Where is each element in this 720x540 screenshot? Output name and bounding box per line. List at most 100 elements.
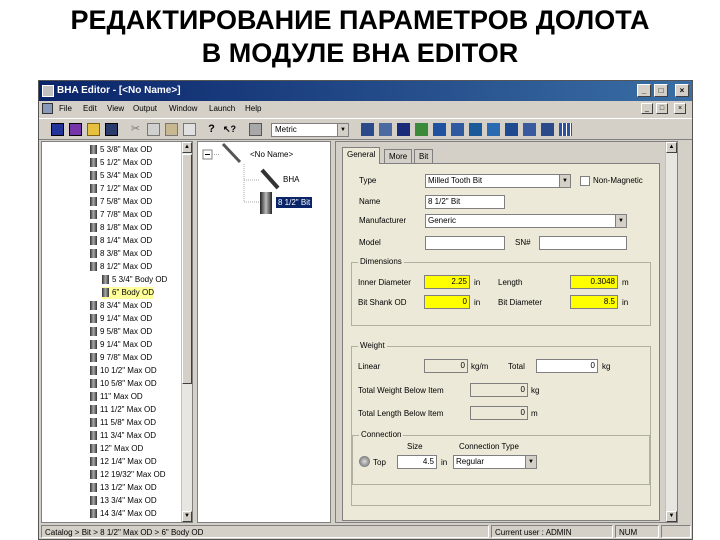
catalog-item[interactable]: 7 7/8" Max OD <box>90 209 152 221</box>
connection-type-select[interactable]: Regular ▼ <box>453 455 537 469</box>
catalog-item[interactable]: 8 1/4" Max OD <box>90 235 152 247</box>
catalog-item[interactable]: 7 5/8" Max OD <box>90 196 152 208</box>
catalog-item[interactable]: 5 1/2" Max OD <box>90 157 152 169</box>
catalog-item[interactable]: 8 3/8" Max OD <box>90 248 152 260</box>
non-magnetic-checkbox[interactable] <box>580 176 590 186</box>
inner-diameter-input[interactable]: 2.25 <box>424 275 470 289</box>
paste-icon[interactable] <box>165 123 178 136</box>
catalog-item[interactable]: 8 3/4" Max OD <box>90 300 152 312</box>
length-input[interactable]: 0.3048 <box>570 275 618 289</box>
menu-help[interactable]: Help <box>245 104 261 113</box>
library-icon[interactable] <box>505 123 518 136</box>
tab-general[interactable]: General <box>342 147 381 164</box>
scroll-down-icon[interactable]: ▼ <box>666 511 677 522</box>
top-size-input[interactable]: 4.5 <box>397 455 437 469</box>
tab-more[interactable]: More <box>384 149 413 163</box>
size-grip[interactable] <box>661 525 691 538</box>
catalog-item[interactable]: 7 1/2" Max OD <box>90 183 152 195</box>
catalog-item[interactable]: 8 1/8" Max OD <box>90 222 152 234</box>
sn-input[interactable] <box>539 236 627 250</box>
catalog-item[interactable]: 12 1/4" Max OD <box>90 456 157 468</box>
save-icon[interactable] <box>105 123 118 136</box>
catalog-item[interactable]: 5 3/4" Body OD <box>102 274 167 286</box>
catalog-item[interactable]: 13 1/2" Max OD <box>90 482 157 494</box>
drill-string-icon[interactable] <box>379 123 392 136</box>
minimize-button[interactable]: _ <box>637 84 651 97</box>
menu-view[interactable]: View <box>107 104 124 113</box>
catalog-item[interactable]: 11" Max OD <box>90 391 143 403</box>
scroll-up-icon[interactable]: ▲ <box>666 142 677 153</box>
chevron-down-icon[interactable]: ▼ <box>559 175 570 187</box>
menu-window[interactable]: Window <box>169 104 197 113</box>
catalog-item[interactable]: 11 3/4" Max OD <box>90 430 156 442</box>
new-catalog-icon[interactable] <box>69 123 82 136</box>
catalog-item[interactable]: 9 5/8" Max OD <box>90 326 152 338</box>
child-restore-button[interactable]: □ <box>656 103 668 114</box>
menu-output[interactable]: Output <box>133 104 157 113</box>
tree-bit-label[interactable]: 8 1/2" Bit <box>276 197 313 208</box>
export-icon[interactable] <box>469 123 482 136</box>
catalog-item[interactable]: 10 1/2" Max OD <box>90 365 157 377</box>
window-icon[interactable] <box>541 123 554 136</box>
child-close-button[interactable]: × <box>674 103 686 114</box>
catalog-item[interactable]: 13 3/4" Max OD <box>90 495 157 507</box>
chevron-down-icon[interactable]: ▼ <box>615 215 626 227</box>
import-icon[interactable] <box>487 123 500 136</box>
catalog-item[interactable]: 6" Body OD <box>102 287 154 299</box>
chevron-down-icon[interactable]: ▼ <box>525 456 536 468</box>
tree-root-label[interactable]: <No Name> <box>250 150 293 159</box>
properties-scrollbar[interactable]: ▲ ▼ <box>665 142 677 522</box>
tree-bha-label[interactable]: BHA <box>283 175 299 184</box>
chevron-down-icon[interactable]: ▼ <box>337 124 348 136</box>
help-icon[interactable]: ? <box>205 123 218 136</box>
cut-icon[interactable]: ✂ <box>129 123 142 136</box>
schematic-icon[interactable] <box>433 123 446 136</box>
model-input[interactable] <box>425 236 505 250</box>
new-icon[interactable] <box>51 123 64 136</box>
close-button[interactable]: × <box>675 84 689 97</box>
manufacturer-select[interactable]: Generic ▼ <box>425 214 627 228</box>
catalog-item[interactable]: 12" Max OD <box>90 443 143 455</box>
catalog-item[interactable]: 5 3/4" Max OD <box>90 170 152 182</box>
scroll-down-icon[interactable]: ▼ <box>182 511 192 522</box>
copy-icon[interactable] <box>147 123 160 136</box>
context-help-icon[interactable]: ↖? <box>223 123 236 136</box>
print-icon[interactable] <box>183 123 196 136</box>
catalog-item[interactable]: 9 1/4" Max OD <box>90 313 152 325</box>
wellbore-icon[interactable] <box>397 123 410 136</box>
title-bar[interactable]: BHA Editor - [<No Name>] _ □ × <box>39 81 692 101</box>
open-folder-icon[interactable] <box>87 123 100 136</box>
type-select[interactable]: Milled Tooth Bit ▼ <box>425 174 571 188</box>
catalog-item[interactable]: 5 3/8" Max OD <box>90 144 152 156</box>
total-weight-field[interactable]: 0 <box>536 359 598 373</box>
grid-icon[interactable] <box>559 123 572 136</box>
catalog-item[interactable]: 14 3/4" Max OD <box>90 508 157 520</box>
menu-edit[interactable]: Edit <box>83 104 97 113</box>
catalog-item[interactable]: 9 7/8" Max OD <box>90 352 152 364</box>
catalog-item[interactable]: 12 19/32" Max OD <box>90 469 166 481</box>
bha-view-icon[interactable] <box>361 123 374 136</box>
tab-bit[interactable]: Bit <box>414 149 434 163</box>
scroll-up-icon[interactable]: ▲ <box>182 142 192 153</box>
app-icon[interactable] <box>42 85 54 97</box>
bit-diameter-input[interactable]: 8.5 <box>570 295 618 309</box>
catalog-item[interactable]: 10 5/8" Max OD <box>90 378 157 390</box>
bit-shank-od-input[interactable]: 0 <box>424 295 470 309</box>
catalog-item[interactable]: 11 5/8" Max OD <box>90 417 156 429</box>
catalog-item[interactable]: 9 1/4" Max OD <box>90 339 152 351</box>
maximize-button[interactable]: □ <box>654 84 668 97</box>
menu-launch[interactable]: Launch <box>209 104 235 113</box>
component-icon[interactable] <box>415 123 428 136</box>
report-icon[interactable] <box>451 123 464 136</box>
catalog-item[interactable]: 8 1/2" Max OD <box>90 261 152 273</box>
catalog-scrollbar[interactable]: ▲ ▼ <box>181 142 192 522</box>
child-minimize-button[interactable]: _ <box>641 103 653 114</box>
menu-file[interactable]: File <box>59 104 72 113</box>
unit-system-select[interactable]: Metric ▼ <box>271 123 349 137</box>
calculator-icon[interactable] <box>249 123 262 136</box>
settings-icon[interactable] <box>523 123 536 136</box>
catalog-item[interactable]: 11 1/2" Max OD <box>90 404 156 416</box>
document-icon[interactable] <box>42 103 53 114</box>
scroll-thumb[interactable] <box>182 154 192 384</box>
name-input[interactable]: 8 1/2" Bit <box>425 195 505 209</box>
